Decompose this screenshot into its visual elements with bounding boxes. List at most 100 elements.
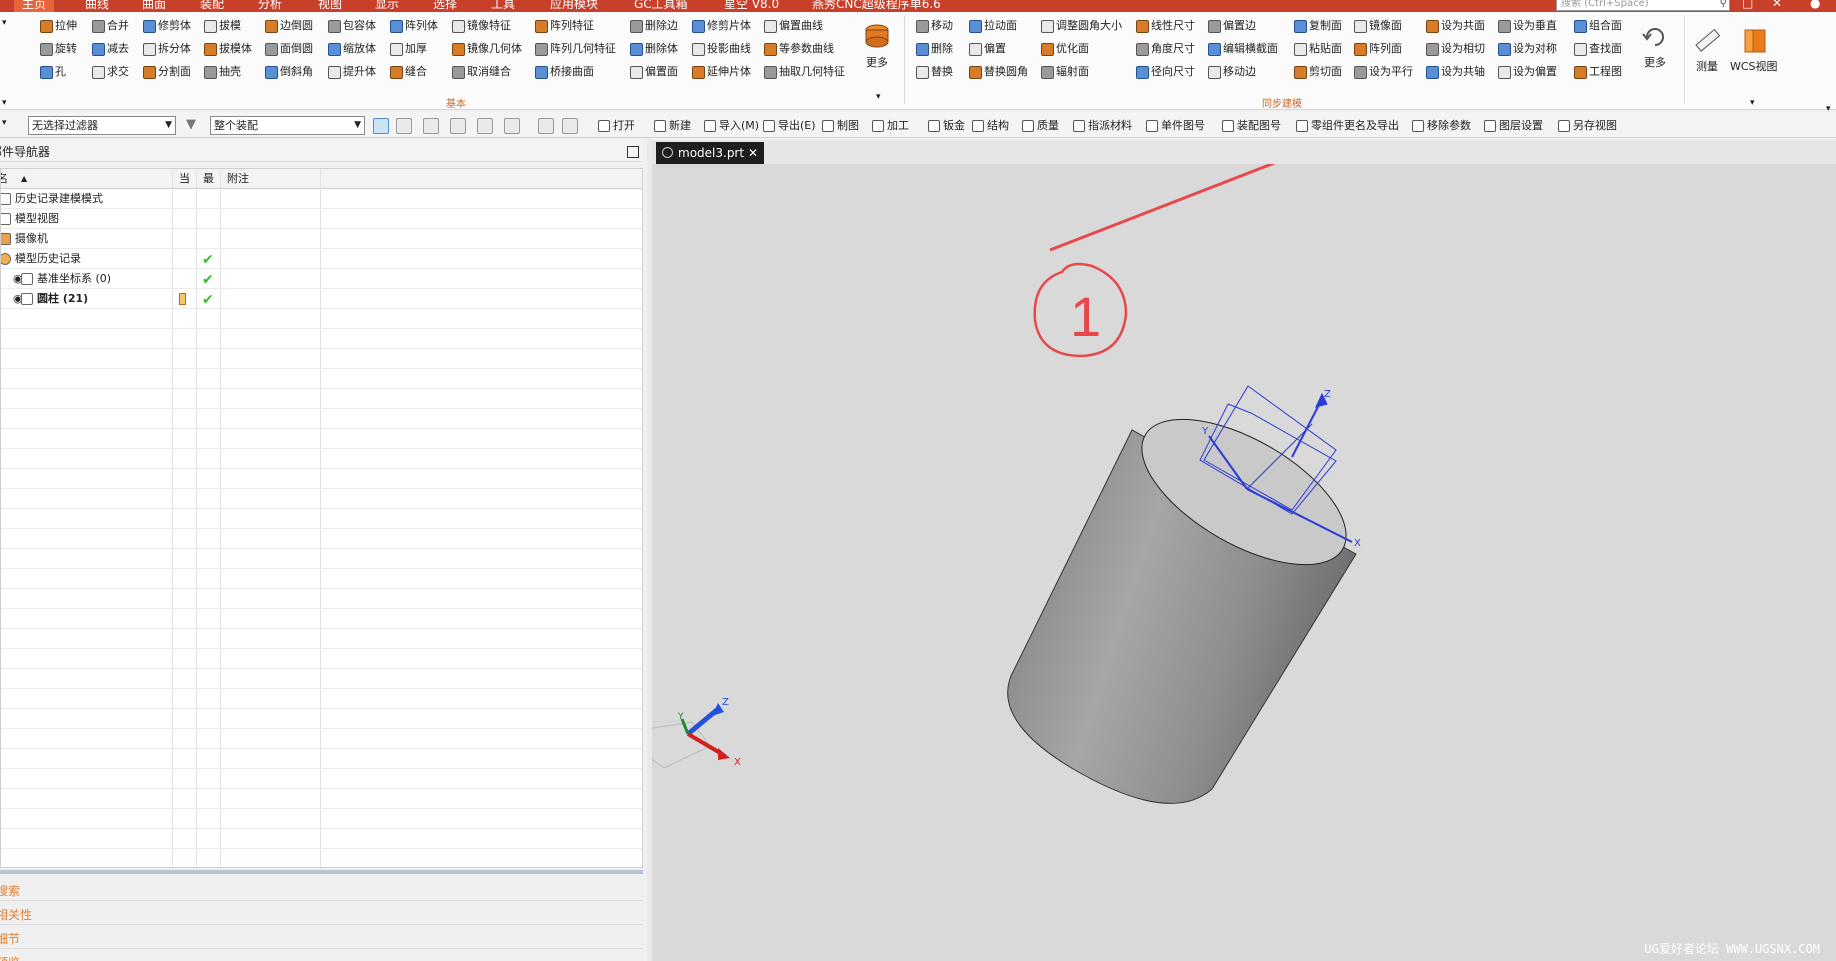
ribbon-sync-button-1-5[interactable]: 粘贴面 xyxy=(1294,40,1342,58)
ribbon-sync-button-0-0[interactable]: 移动 xyxy=(916,17,953,35)
command-search-input[interactable]: 搜索 (Ctrl+Space) ⚲ xyxy=(1556,0,1730,11)
column-latest-header[interactable]: 最 xyxy=(203,169,214,189)
ribbon-sync-button-1-8[interactable]: 设为对称 xyxy=(1498,40,1557,58)
ribbon-base-button-2-6[interactable]: 缝合 xyxy=(390,63,427,81)
toolbar-button-15[interactable]: 另存视图 xyxy=(1558,118,1617,134)
ribbon-base-button-2-9[interactable]: 偏置面 xyxy=(630,63,678,81)
ribbon-base-button-2-8[interactable]: 桥接曲面 xyxy=(535,63,594,81)
close-icon[interactable]: ✕ xyxy=(748,142,758,164)
ribbon-sync-button-2-4[interactable]: 移动边 xyxy=(1208,63,1256,81)
type-filter-select[interactable]: 无选择过滤器 ▼ xyxy=(28,116,176,135)
ribbon-base-button-0-5[interactable]: 包容体 xyxy=(328,17,376,35)
ribbon-base-button-0-10[interactable]: 修剪片体 xyxy=(692,17,751,35)
navigator-row[interactable]: 历史记录建模模式 xyxy=(1,189,642,209)
more-sync-button[interactable]: 更多 xyxy=(1640,22,1670,70)
menu-tab-1[interactable]: 曲线 xyxy=(85,0,109,12)
ribbon-sync-button-2-6[interactable]: 设为平行 xyxy=(1354,63,1413,81)
navigator-row[interactable]: ◉ 圆柱 (21) ✔ xyxy=(1,289,642,309)
ribbon-base-button-1-1[interactable]: 减去 xyxy=(92,40,129,58)
toolbar-button-1[interactable]: 新建 xyxy=(654,118,691,134)
panel-splitter[interactable] xyxy=(0,870,643,874)
ribbon-base-button-1-3[interactable]: 拔模体 xyxy=(204,40,252,58)
ribbon-sync-button-1-1[interactable]: 偏置 xyxy=(969,40,1006,58)
ribbon-sync-button-1-2[interactable]: 优化面 xyxy=(1041,40,1089,58)
ribbon-sync-button-1-9[interactable]: 查找面 xyxy=(1574,40,1622,58)
toolbar-button-7[interactable]: 结构 xyxy=(972,118,1009,134)
snap-face-icon[interactable] xyxy=(477,118,493,134)
snap-body-icon[interactable] xyxy=(504,118,520,134)
measure-button[interactable]: 测量 xyxy=(1692,26,1722,74)
ribbon-sync-button-0-4[interactable]: 偏置边 xyxy=(1208,17,1256,35)
ribbon-sync-button-1-4[interactable]: 编辑横截面 xyxy=(1208,40,1278,58)
navigator-row[interactable]: ◉ 基准坐标系 (0) ✔ xyxy=(1,269,642,289)
ribbon-sync-button-0-9[interactable]: 组合面 xyxy=(1574,17,1622,35)
ribbon-base-button-0-11[interactable]: 偏置曲线 xyxy=(764,17,823,35)
ribbon-dropdown-icon[interactable]: ▾ xyxy=(2,18,7,28)
ribbon-sync-button-0-7[interactable]: 设为共面 xyxy=(1426,17,1485,35)
ribbon-sync-button-2-3[interactable]: 径向尺寸 xyxy=(1136,63,1195,81)
menu-tab-5[interactable]: 视图 xyxy=(318,0,342,12)
ribbon-base-button-0-3[interactable]: 拔模 xyxy=(204,17,241,35)
more-base-button[interactable]: 更多 xyxy=(862,22,892,70)
ribbon-base-button-2-7[interactable]: 取消缝合 xyxy=(452,63,511,81)
ribbon-base-button-2-1[interactable]: 求交 xyxy=(92,63,129,81)
toolbar-menu-icon[interactable]: ▾ xyxy=(2,118,7,128)
navigator-row[interactable]: 模型视图 xyxy=(1,209,642,229)
menu-tab-11[interactable]: 星空 V8.0 xyxy=(724,0,779,12)
ribbon-base-button-0-1[interactable]: 合并 xyxy=(92,17,129,35)
toolbar-button-3[interactable]: 导出(E) xyxy=(763,118,816,134)
ribbon-sync-button-2-2[interactable]: 辐射面 xyxy=(1041,63,1089,81)
toolbar-button-8[interactable]: 质量 xyxy=(1022,118,1059,134)
menu-tab-4[interactable]: 分析 xyxy=(258,0,282,12)
column-note-header[interactable]: 附注 xyxy=(227,169,249,189)
ribbon-sync-button-2-7[interactable]: 设为共轴 xyxy=(1426,63,1485,81)
ribbon-base-button-0-8[interactable]: 阵列特征 xyxy=(535,17,594,35)
navigator-section-link[interactable]: 相关性 xyxy=(0,906,32,923)
toolbar-button-12[interactable]: 零组件更名及导出 xyxy=(1296,118,1399,134)
menu-tab-2[interactable]: 曲面 xyxy=(142,0,166,12)
ribbon-sync-button-0-8[interactable]: 设为垂直 xyxy=(1498,17,1557,35)
ribbon-base-button-2-4[interactable]: 倒斜角 xyxy=(265,63,313,81)
ribbon-base-button-2-0[interactable]: 孔 xyxy=(40,63,66,81)
menu-tab-12[interactable]: 燕秀CNC超级程序单6.6 xyxy=(812,0,941,12)
navigator-section-link[interactable]: 细节 xyxy=(0,930,20,947)
ribbon-sync-button-0-3[interactable]: 线性尺寸 xyxy=(1136,17,1195,35)
snap-grid-icon[interactable] xyxy=(450,118,466,134)
toolbar-button-10[interactable]: 单件图号 xyxy=(1146,118,1205,134)
menu-tab-3[interactable]: 装配 xyxy=(200,0,224,12)
navigator-row[interactable]: 模型历史记录 ✔ xyxy=(1,249,642,269)
ribbon-base-button-0-6[interactable]: 阵列体 xyxy=(390,17,438,35)
ribbon-base-button-0-7[interactable]: 镜像特征 xyxy=(452,17,511,35)
navigator-section-link[interactable]: 预览 xyxy=(0,954,20,961)
toolbar-button-13[interactable]: 移除参数 xyxy=(1412,118,1471,134)
menu-tab-10[interactable]: GC工具箱 xyxy=(634,0,688,12)
ribbon-base-button-1-7[interactable]: 镜像几何体 xyxy=(452,40,522,58)
ribbon-base-button-2-5[interactable]: 提升体 xyxy=(328,63,376,81)
ribbon-sync-button-2-5[interactable]: 剪切面 xyxy=(1294,63,1342,81)
ribbon-dropdown-icon-lower[interactable]: ▾ xyxy=(2,98,7,108)
menu-tab-6[interactable]: 显示 xyxy=(375,0,399,12)
graphics-viewport[interactable]: Z X Y 1 Z X Y UG爱好者论坛 WWW.UGSNX.COM xyxy=(652,164,1836,961)
snap-feature-icon[interactable] xyxy=(373,118,389,134)
toolbar-button-11[interactable]: 装配图号 xyxy=(1222,118,1281,134)
close-window-icon[interactable]: ✕ xyxy=(1772,0,1782,10)
menu-tab-0[interactable]: 主页 xyxy=(14,0,55,12)
ribbon-sync-button-2-0[interactable]: 替换 xyxy=(916,63,953,81)
menu-tab-9[interactable]: 应用模块 xyxy=(550,0,598,12)
ribbon-sync-button-0-6[interactable]: 镜像面 xyxy=(1354,17,1402,35)
ribbon-base-button-1-0[interactable]: 旋转 xyxy=(40,40,77,58)
more-base-chevron-icon[interactable]: ▾ xyxy=(876,92,881,102)
ribbon-sync-button-0-2[interactable]: 调整圆角大小 xyxy=(1041,17,1122,35)
ribbon-base-button-1-5[interactable]: 缩放体 xyxy=(328,40,376,58)
menu-tab-8[interactable]: 工具 xyxy=(491,0,515,12)
ribbon-sync-button-1-0[interactable]: 删除 xyxy=(916,40,953,58)
wcs-view-button[interactable]: WCS视图 xyxy=(1730,26,1778,74)
navigator-row[interactable]: 摄像机 xyxy=(1,229,642,249)
ribbon-base-button-2-2[interactable]: 分割面 xyxy=(143,63,191,81)
ribbon-sync-button-2-8[interactable]: 设为偏置 xyxy=(1498,63,1557,81)
ribbon-sync-button-1-7[interactable]: 设为相切 xyxy=(1426,40,1485,58)
view-triad[interactable] xyxy=(652,703,730,769)
toolbar-button-4[interactable]: 制图 xyxy=(822,118,859,134)
ribbon-base-button-1-6[interactable]: 加厚 xyxy=(390,40,427,58)
maximize-panel-icon[interactable] xyxy=(627,146,639,158)
